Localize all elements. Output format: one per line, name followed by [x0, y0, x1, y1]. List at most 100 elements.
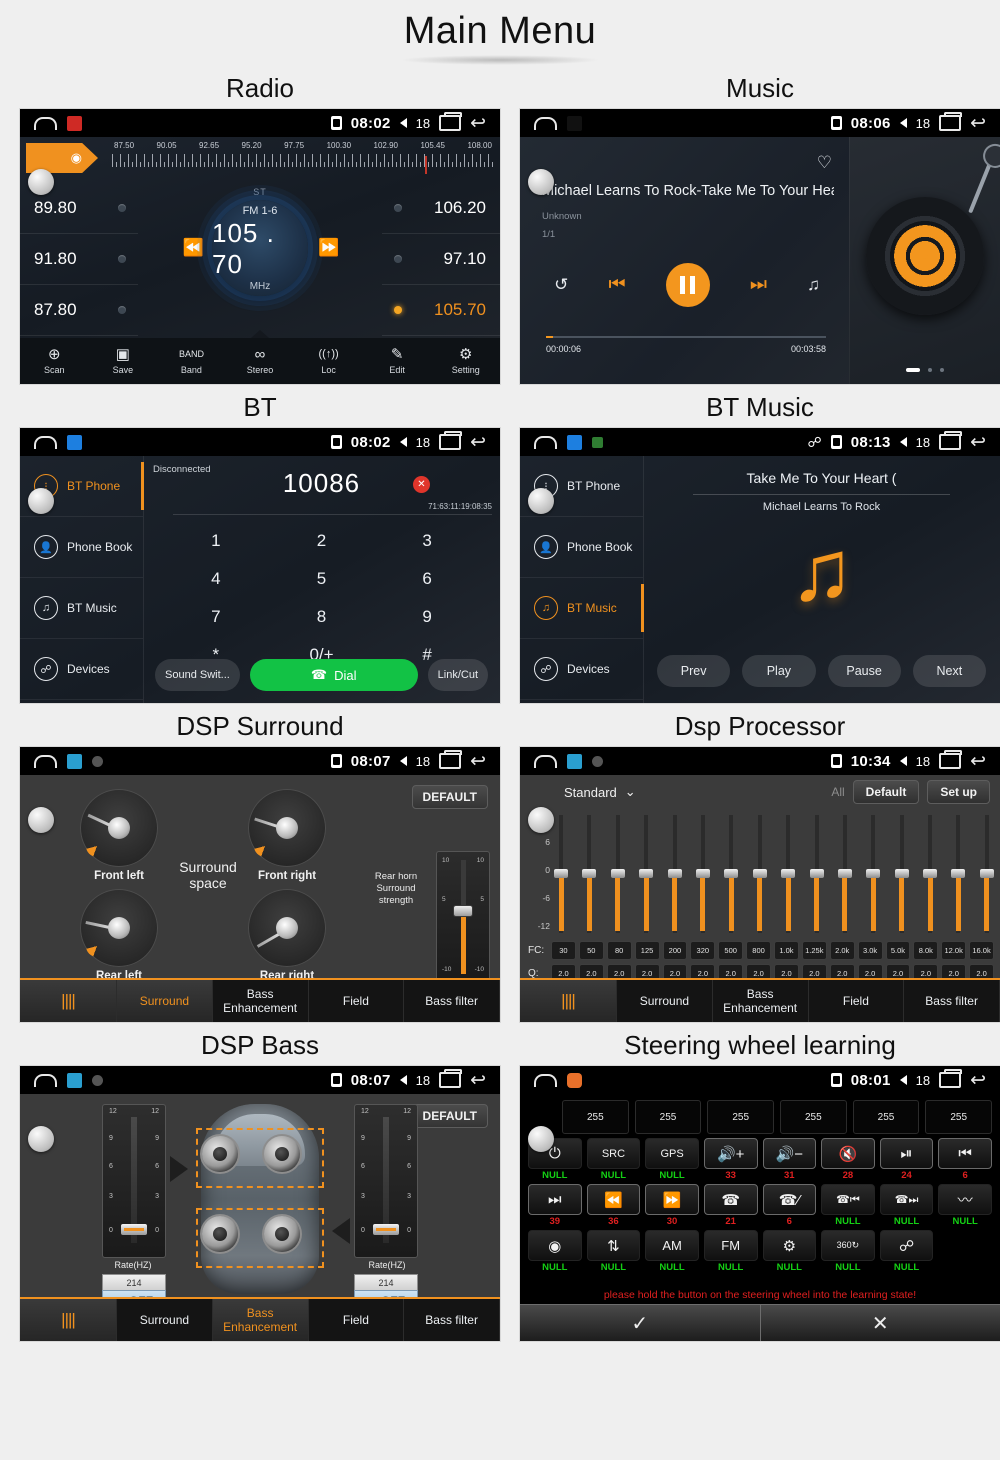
- settings-app-icon[interactable]: [92, 1074, 103, 1086]
- sidebar-item-bt-music[interactable]: ♫ BT Music: [520, 578, 644, 639]
- sidebar-item-devices[interactable]: ☍ Devices: [20, 639, 143, 700]
- dialpad-key[interactable]: 1: [163, 522, 269, 560]
- adc-slot[interactable]: 255: [852, 1100, 920, 1134]
- gps-icon[interactable]: GPS: [645, 1138, 699, 1169]
- fc-value[interactable]: 2.0k: [829, 941, 855, 960]
- all-label[interactable]: All: [831, 785, 844, 799]
- adc-slot[interactable]: 255: [707, 1100, 775, 1134]
- aux-icon[interactable]: ⇅: [586, 1230, 641, 1261]
- eq-band-slider[interactable]: [639, 811, 654, 937]
- back-icon[interactable]: ↩: [970, 752, 986, 771]
- dialpad-key[interactable]: 9: [374, 598, 480, 636]
- slider-handle[interactable]: [809, 869, 824, 878]
- volume-down-icon[interactable]: 🔊−: [762, 1138, 817, 1169]
- adc-slot[interactable]: 255: [925, 1100, 993, 1134]
- gauge-front-left[interactable]: Front left: [80, 789, 158, 882]
- back-icon[interactable]: ↩: [470, 433, 486, 452]
- mute-icon[interactable]: 🔇: [821, 1138, 875, 1169]
- radio-tab-setting[interactable]: ⚙ Setting: [431, 338, 500, 384]
- bass-fader-right[interactable]: 12 12 9 9 6 6 3 3 0 0: [354, 1104, 418, 1258]
- eq-band-slider[interactable]: [695, 811, 710, 937]
- fc-value[interactable]: 500: [718, 941, 744, 960]
- chevron-down-icon[interactable]: ⌄: [625, 784, 636, 800]
- back-icon[interactable]: ↩: [470, 114, 486, 133]
- eq-band-slider[interactable]: [554, 811, 568, 937]
- next-button[interactable]: Next: [912, 655, 986, 687]
- slider-handle[interactable]: [695, 869, 710, 878]
- next-station-icon[interactable]: ⏩: [318, 238, 339, 258]
- eq-band-slider[interactable]: [837, 811, 852, 937]
- bt-app-icon[interactable]: [567, 434, 582, 450]
- settings-app-icon[interactable]: [92, 755, 103, 767]
- rewind-icon[interactable]: ⏪: [586, 1184, 641, 1215]
- adc-slot[interactable]: 255: [780, 1100, 847, 1134]
- home-icon[interactable]: [34, 435, 57, 449]
- tab-bass-filter[interactable]: Bass filter: [404, 980, 500, 1022]
- recents-icon[interactable]: [939, 750, 963, 769]
- adc-slot[interactable]: 255: [562, 1100, 629, 1134]
- slider-handle[interactable]: [923, 869, 938, 878]
- frequency-scale[interactable]: 87.50 90.05 92.65 95.20 97.75 100.30 102…: [112, 141, 494, 183]
- speaker-icon[interactable]: [264, 1216, 300, 1252]
- volume-knob[interactable]: [28, 169, 54, 195]
- recents-icon[interactable]: [439, 1069, 463, 1088]
- play-pause-icon[interactable]: ⏯: [879, 1138, 934, 1169]
- dialpad-key[interactable]: 2: [269, 522, 375, 560]
- dsp-app-icon[interactable]: [67, 1072, 82, 1088]
- music-app-icon[interactable]: [567, 115, 582, 131]
- fm-band-icon[interactable]: FM: [703, 1230, 758, 1261]
- sidebar-item-phone-book[interactable]: 👤 Phone Book: [20, 517, 143, 578]
- eq-band-slider[interactable]: [667, 811, 682, 937]
- fc-value[interactable]: 1.0k: [774, 941, 799, 960]
- call-answer-icon[interactable]: ☎: [703, 1184, 758, 1215]
- volume-knob[interactable]: [528, 1126, 554, 1152]
- radio-tab-save[interactable]: ▣ Save: [89, 338, 158, 384]
- heart-icon[interactable]: ♡: [817, 153, 832, 173]
- preset-item[interactable]: 87.80: [20, 285, 138, 336]
- android-app-icon[interactable]: [592, 436, 603, 448]
- camera-icon[interactable]: ◉: [528, 1230, 582, 1261]
- slider-handle[interactable]: [639, 869, 654, 878]
- dialpad-key[interactable]: 3: [374, 522, 480, 560]
- fc-value[interactable]: 1.25k: [801, 941, 827, 960]
- fc-value[interactable]: 5.0k: [885, 941, 911, 960]
- back-icon[interactable]: ↩: [470, 752, 486, 771]
- tab-bass-enhancement[interactable]: Bass Enhancement: [212, 1299, 309, 1341]
- dialpad-key[interactable]: 6: [374, 560, 480, 598]
- radio-tab-stereo[interactable]: ∞ Stereo: [226, 338, 295, 384]
- tab-b-filter[interactable]: Bass filter: [404, 1299, 500, 1341]
- back-icon[interactable]: ↩: [470, 1071, 486, 1090]
- default-button[interactable]: Default: [852, 780, 920, 804]
- radio-tab-loc[interactable]: ((↑)) Loc: [294, 338, 363, 384]
- slider-handle[interactable]: [554, 869, 568, 878]
- fc-value[interactable]: 50: [578, 941, 604, 960]
- slider-handle[interactable]: [979, 869, 994, 878]
- prev-button[interactable]: Prev: [657, 655, 731, 687]
- back-icon[interactable]: ↩: [970, 433, 986, 452]
- fc-value[interactable]: 30: [551, 941, 576, 960]
- playlist-icon[interactable]: ♫: [807, 275, 820, 295]
- slider-handle[interactable]: [724, 869, 739, 878]
- recents-icon[interactable]: [939, 1069, 963, 1088]
- tab-equalizer[interactable]: ||||: [20, 980, 117, 1022]
- volume-knob[interactable]: [528, 169, 554, 195]
- fc-value[interactable]: 80: [606, 941, 632, 960]
- slider-handle[interactable]: [894, 869, 909, 878]
- previous-track-icon[interactable]: ⏮: [608, 274, 625, 296]
- fc-value[interactable]: 800: [746, 941, 771, 960]
- sidebar-item-devices[interactable]: ☍ Devices: [520, 639, 643, 700]
- next-track-icon[interactable]: ⏭: [750, 274, 767, 296]
- link-cut-button[interactable]: Link/Cut: [427, 659, 488, 691]
- default-button[interactable]: DEFAULT: [411, 1104, 488, 1128]
- adc-slot[interactable]: 255: [634, 1100, 702, 1134]
- voice-icon[interactable]: 〰: [938, 1184, 992, 1215]
- slider-handle[interactable]: [781, 869, 796, 878]
- recents-icon[interactable]: [439, 431, 463, 450]
- preset-item[interactable]: 91.80: [20, 234, 138, 285]
- 360-view-icon[interactable]: 360↻: [821, 1230, 875, 1261]
- eq-band-slider[interactable]: [923, 811, 938, 937]
- eq-band-slider[interactable]: [951, 811, 966, 937]
- dialpad-key[interactable]: 4: [163, 560, 269, 598]
- src-icon[interactable]: SRC: [586, 1138, 641, 1169]
- eq-band-slider[interactable]: [979, 811, 994, 937]
